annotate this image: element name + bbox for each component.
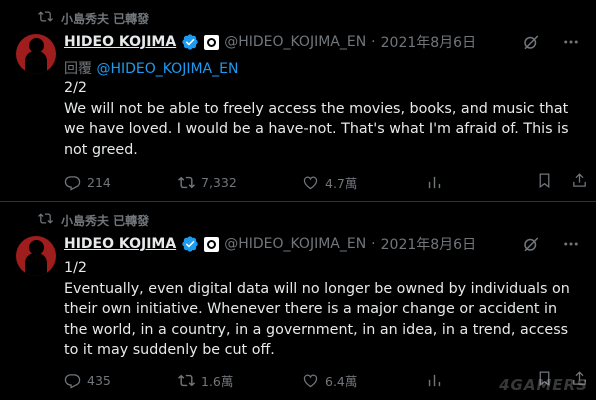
tweet-top-actions xyxy=(522,33,580,51)
views-icon xyxy=(426,372,443,389)
verified-badge-icon[interactable] xyxy=(181,33,199,51)
retweet-count: 1.6萬 xyxy=(201,373,234,389)
tweet-text: 2/2 We will not be able to freely access… xyxy=(64,78,574,160)
verified-badge-icon[interactable] xyxy=(181,235,199,253)
share-icon[interactable] xyxy=(571,172,588,192)
affiliate-badge-icon[interactable] xyxy=(204,34,220,50)
retweet-icon xyxy=(38,211,53,229)
avatar[interactable] xyxy=(16,236,56,276)
like-icon xyxy=(302,372,319,389)
author-name[interactable]: HIDEO KOJIMA xyxy=(64,34,176,50)
reply-count: 214 xyxy=(87,174,111,190)
thread-part-label: 2/2 xyxy=(64,80,88,96)
retweet-count: 7,332 xyxy=(201,174,237,190)
views-button[interactable] xyxy=(426,173,536,192)
tweet-body: Eventually, even digital data will no lo… xyxy=(64,280,570,359)
separator-dot: · xyxy=(371,236,376,252)
tweet-top-actions xyxy=(522,235,580,253)
tweet-actions: 214 7,332 4.7萬 xyxy=(64,172,586,192)
avatar[interactable] xyxy=(16,34,56,74)
like-count: 6.4萬 xyxy=(325,373,358,389)
reply-button[interactable]: 435 xyxy=(64,371,178,390)
views-icon xyxy=(426,174,443,191)
retweeter-label[interactable]: 小島秀夫 已轉發 xyxy=(61,212,149,229)
reply-context: 回覆 @HIDEO_KOJIMA_EN xyxy=(64,58,238,78)
more-icon[interactable] xyxy=(562,235,580,253)
grok-icon[interactable] xyxy=(522,235,540,253)
retweet-button[interactable]: 7,332 xyxy=(178,173,302,192)
reply-prefix: 回覆 xyxy=(64,61,92,77)
reply-count: 435 xyxy=(87,372,111,388)
separator-dot: · xyxy=(371,34,376,50)
author-handle[interactable]: @HIDEO_KOJIMA_EN xyxy=(224,236,366,252)
tweet-header: HIDEO KOJIMA @HIDEO_KOJIMA_EN · 2021年8月6… xyxy=(64,32,476,52)
tweet[interactable]: 小島秀夫 已轉發 HIDEO KOJIMA @HIDEO_KOJIMA_EN ·… xyxy=(0,0,596,202)
retweet-button[interactable]: 1.6萬 xyxy=(178,371,302,390)
bookmark-icon[interactable] xyxy=(536,172,553,192)
author-name[interactable]: HIDEO KOJIMA xyxy=(64,236,176,252)
thread-part-label: 1/2 xyxy=(64,260,88,276)
retweet-indicator: 小島秀夫 已轉發 xyxy=(38,9,149,27)
reply-button[interactable]: 214 xyxy=(64,173,178,192)
tweet-body: We will not be able to freely access the… xyxy=(64,100,569,158)
tweet-header: HIDEO KOJIMA @HIDEO_KOJIMA_EN · 2021年8月6… xyxy=(64,234,476,254)
reply-handle-link[interactable]: @HIDEO_KOJIMA_EN xyxy=(96,61,238,77)
tweet-date[interactable]: 2021年8月6日 xyxy=(381,234,476,254)
like-button[interactable]: 6.4萬 xyxy=(302,371,426,390)
retweet-indicator: 小島秀夫 已轉發 xyxy=(38,211,149,229)
watermark: 4GAMERS xyxy=(499,376,588,394)
author-handle[interactable]: @HIDEO_KOJIMA_EN xyxy=(224,34,366,50)
retweet-icon xyxy=(178,174,195,191)
like-count: 4.7萬 xyxy=(325,175,358,191)
retweet-icon xyxy=(178,372,195,389)
like-icon xyxy=(302,174,319,191)
more-icon[interactable] xyxy=(562,33,580,51)
tweet-text: 1/2 Eventually, even digital data will n… xyxy=(64,258,574,361)
tweet[interactable]: 小島秀夫 已轉發 HIDEO KOJIMA @HIDEO_KOJIMA_EN ·… xyxy=(0,202,596,400)
grok-icon[interactable] xyxy=(522,33,540,51)
retweeter-label[interactable]: 小島秀夫 已轉發 xyxy=(61,10,149,27)
like-button[interactable]: 4.7萬 xyxy=(302,173,426,192)
retweet-icon xyxy=(38,9,53,27)
reply-icon xyxy=(64,372,81,389)
reply-icon xyxy=(64,174,81,191)
tweet-date[interactable]: 2021年8月6日 xyxy=(381,32,476,52)
affiliate-badge-icon[interactable] xyxy=(204,236,220,252)
